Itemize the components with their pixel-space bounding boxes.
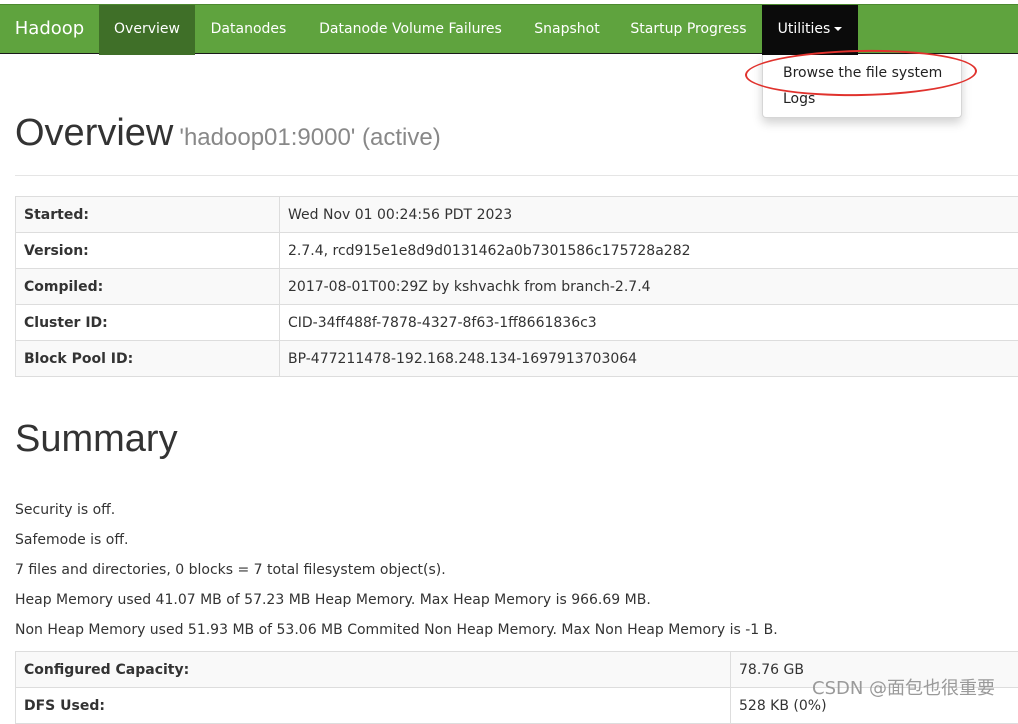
row-value: CID-34ff488f-7878-4327-8f63-1ff8661836c3 bbox=[280, 305, 1018, 341]
row-key: Cluster ID: bbox=[16, 305, 280, 341]
overview-table: Started: Wed Nov 01 00:24:56 PDT 2023 Ve… bbox=[15, 196, 1018, 377]
summary-heap-memory: Heap Memory used 41.07 MB of 57.23 MB He… bbox=[15, 592, 651, 608]
caret-down-icon bbox=[834, 27, 842, 31]
summary-title: Summary bbox=[15, 418, 178, 461]
nav-datanode-volume-failures[interactable]: Datanode Volume Failures bbox=[302, 5, 519, 55]
nav-startup-progress[interactable]: Startup Progress bbox=[615, 5, 762, 55]
table-row: Started: Wed Nov 01 00:24:56 PDT 2023 bbox=[16, 197, 1018, 233]
table-row: Cluster ID: CID-34ff488f-7878-4327-8f63-… bbox=[16, 305, 1018, 341]
nav-utilities-label: Utilities bbox=[778, 21, 831, 37]
row-value: BP-477211478-192.168.248.134-16979137030… bbox=[280, 341, 1018, 377]
overview-subtitle: 'hadoop01:9000' (active) bbox=[179, 124, 440, 151]
nav-overview[interactable]: Overview bbox=[99, 5, 195, 55]
row-value: 2017-08-01T00:29Z by kshvachk from branc… bbox=[280, 269, 1018, 305]
nav-datanodes[interactable]: Datanodes bbox=[195, 5, 302, 55]
overview-title: Overview bbox=[15, 112, 173, 154]
csdn-watermark: CSDN @面包也很重要 bbox=[812, 674, 995, 700]
row-key: DFS Used: bbox=[16, 688, 731, 724]
summary-safemode: Safemode is off. bbox=[15, 532, 128, 548]
row-key: Compiled: bbox=[16, 269, 280, 305]
table-row: Version: 2.7.4, rcd915e1e8d9d0131462a0b7… bbox=[16, 233, 1018, 269]
row-value: 2.7.4, rcd915e1e8d9d0131462a0b7301586c17… bbox=[280, 233, 1018, 269]
brand-logo[interactable]: Hadoop bbox=[0, 5, 99, 55]
top-navbar: Hadoop Overview Datanodes Datanode Volum… bbox=[0, 4, 1018, 54]
divider bbox=[15, 175, 1018, 176]
row-key: Version: bbox=[16, 233, 280, 269]
row-key: Block Pool ID: bbox=[16, 341, 280, 377]
overview-header: Overview'hadoop01:9000' (active) bbox=[15, 112, 441, 155]
nav-snapshot[interactable]: Snapshot bbox=[519, 5, 615, 55]
summary-filesystem-objects: 7 files and directories, 0 blocks = 7 to… bbox=[15, 562, 446, 578]
table-row: Block Pool ID: BP-477211478-192.168.248.… bbox=[16, 341, 1018, 377]
row-key: Configured Capacity: bbox=[16, 652, 731, 688]
row-key: Started: bbox=[16, 197, 280, 233]
table-row: Compiled: 2017-08-01T00:29Z by kshvachk … bbox=[16, 269, 1018, 305]
nav-utilities[interactable]: Utilities bbox=[762, 5, 858, 55]
row-value: Wed Nov 01 00:24:56 PDT 2023 bbox=[280, 197, 1018, 233]
summary-non-heap-memory: Non Heap Memory used 51.93 MB of 53.06 M… bbox=[15, 622, 778, 638]
summary-security: Security is off. bbox=[15, 502, 115, 518]
